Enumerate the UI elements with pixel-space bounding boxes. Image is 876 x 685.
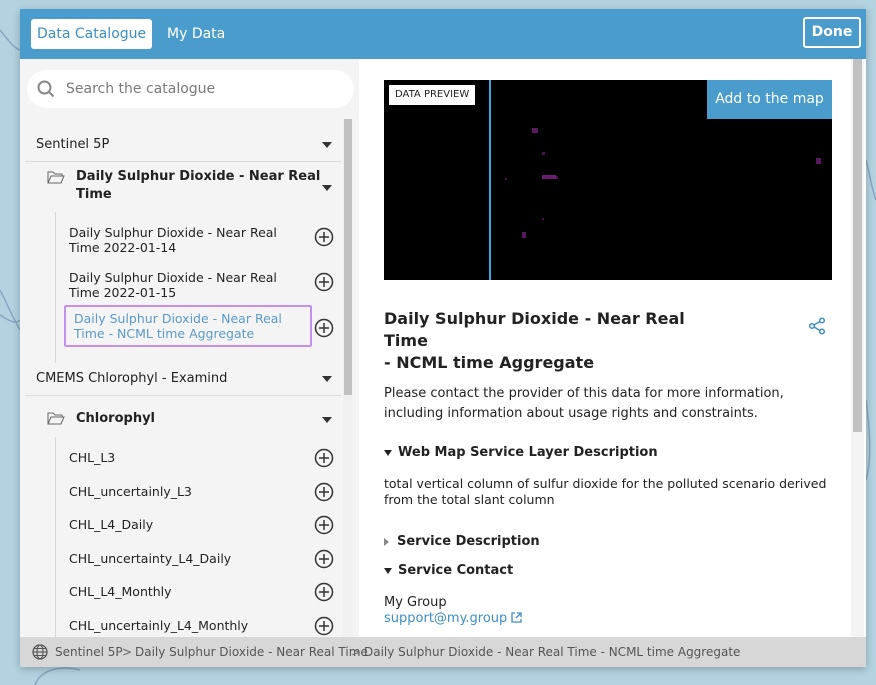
folder-open-icon — [47, 170, 65, 188]
tree-item-chl-uncertainly-l3[interactable]: CHL_uncertainly_L3 — [69, 484, 313, 499]
tree-item-chl-l3[interactable]: CHL_L3 — [69, 450, 313, 465]
tree-scrollbar-thumb[interactable] — [344, 119, 352, 395]
chevron-down-icon[interactable] — [322, 376, 332, 382]
tree-folder-daily-sulphur-dioxide[interactable]: Daily Sulphur Dioxide - Near Real Time — [25, 164, 341, 210]
folder-open-icon — [47, 411, 65, 429]
contact-notice: Please contact the provider of this data… — [384, 386, 784, 421]
globe-icon — [32, 644, 48, 663]
catalogue-tree-pane: Search the catalogue Sentinel 5P Daily S… — [20, 59, 359, 637]
add-circle-icon[interactable] — [314, 515, 334, 535]
add-circle-icon[interactable] — [314, 272, 334, 292]
tree-folder-label: Chlorophyl — [76, 411, 156, 426]
breadcrumb-item[interactable]: Daily Sulphur Dioxide - Near Real Time — [135, 637, 368, 667]
tree-group-label: Sentinel 5P — [36, 137, 110, 152]
catalogue-tree: Sentinel 5P Daily Sulphur Dioxide - Near… — [25, 119, 341, 637]
add-circle-icon[interactable] — [314, 549, 334, 569]
service-contact-toggle[interactable]: Service Contact — [384, 563, 513, 578]
external-link-icon — [511, 611, 523, 626]
tree-folder-chlorophyl[interactable]: Chlorophyl — [25, 401, 341, 437]
chevron-down-icon[interactable] — [322, 417, 332, 423]
add-to-map-button[interactable]: Add to the map — [707, 80, 832, 119]
search-icon — [37, 80, 55, 102]
breadcrumb-item[interactable]: Sentinel 5P — [55, 637, 123, 667]
chevron-down-icon[interactable] — [322, 185, 332, 191]
add-circle-icon[interactable] — [314, 582, 334, 602]
done-button[interactable]: Done — [803, 17, 861, 48]
tab-data-catalogue[interactable]: Data Catalogue — [31, 19, 153, 49]
triangle-right-icon — [384, 537, 389, 546]
tree-group-cmems-chlorophyl[interactable]: CMEMS Chlorophyl - Examind — [25, 362, 341, 396]
tree-item-chl-uncertainty-l4-daily[interactable]: CHL_uncertainty_L4_Daily — [69, 551, 313, 566]
tree-scrollbar[interactable] — [343, 119, 353, 637]
tree-group-label: CMEMS Chlorophyl - Examind — [36, 371, 228, 386]
breadcrumb-separator: > — [351, 645, 362, 659]
breadcrumb: Sentinel 5P > Daily Sulphur Dioxide - Ne… — [20, 637, 866, 667]
tree-folder-label: Daily Sulphur Dioxide - Near Real Time — [76, 169, 321, 202]
tab-my-data[interactable]: My Data — [161, 19, 231, 49]
chevron-down-icon[interactable] — [322, 142, 332, 148]
tree-group-sentinel-5p[interactable]: Sentinel 5P — [25, 128, 341, 162]
add-circle-icon[interactable] — [314, 616, 334, 636]
dataset-title: Daily Sulphur Dioxide - Near Real Time - … — [384, 309, 685, 372]
modal-header: Data Catalogue My Data Done — [20, 9, 866, 59]
tree-item-chl-l4-daily[interactable]: CHL_L4_Daily — [69, 517, 313, 532]
catalogue-modal: Data Catalogue My Data Done Search the c… — [20, 9, 866, 667]
preview-label: DATA PREVIEW — [389, 85, 476, 105]
triangle-down-icon — [384, 449, 392, 456]
details-scrollbar-thumb[interactable] — [853, 59, 862, 432]
details-scrollbar[interactable] — [851, 59, 864, 637]
service-description-toggle[interactable]: Service Description — [384, 534, 540, 549]
tree-item-ncml-aggregate-selected[interactable]: Daily Sulphur Dioxide - Near Real Time - … — [64, 305, 312, 347]
add-circle-icon[interactable] — [314, 227, 334, 247]
search-input[interactable]: Search the catalogue — [27, 70, 354, 108]
tree-item-2022-01-15[interactable]: Daily Sulphur Dioxide - Near Real Time 20… — [69, 270, 313, 300]
tree-indent-line — [55, 437, 56, 637]
tree-item-2022-01-14[interactable]: Daily Sulphur Dioxide - Near Real Time 20… — [69, 225, 313, 255]
add-circle-icon[interactable] — [314, 318, 334, 338]
wms-layer-description-toggle[interactable]: Web Map Service Layer Description — [384, 445, 658, 460]
tree-indent-line — [55, 212, 56, 363]
share-icon[interactable] — [808, 317, 826, 339]
triangle-down-icon — [384, 567, 392, 574]
add-circle-icon[interactable] — [314, 482, 334, 502]
tree-item-chl-l4-monthly[interactable]: CHL_L4_Monthly — [69, 584, 313, 599]
tree-item-chl-uncertainly-l4-monthly[interactable]: CHL_uncertainly_L4_Monthly — [69, 618, 313, 633]
search-placeholder: Search the catalogue — [66, 81, 216, 97]
data-preview: DATA PREVIEW Add to the map — [384, 80, 832, 280]
wms-layer-description-text: total vertical column of sulfur dioxide … — [384, 476, 827, 507]
contact-email-link[interactable]: support@my.group — [384, 609, 523, 629]
add-circle-icon[interactable] — [314, 448, 334, 468]
breadcrumb-separator: > — [122, 645, 133, 659]
breadcrumb-current: Daily Sulphur Dioxide - Near Real Time -… — [364, 645, 741, 659]
details-pane: DATA PREVIEW Add to the map Daily Sulphu… — [359, 59, 866, 637]
